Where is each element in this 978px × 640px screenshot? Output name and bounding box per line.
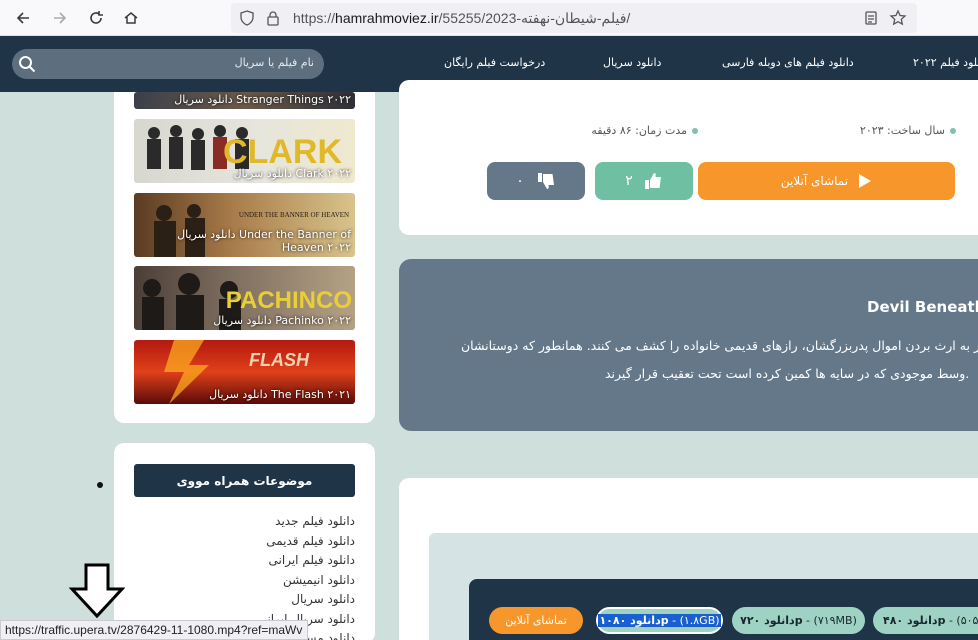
topic-link[interactable]: دانلود انیمیشن xyxy=(134,573,355,593)
banner-title-art: UNDER THE BANNER OF HEAVEN xyxy=(239,211,349,219)
nav-movies-2022[interactable]: دانلود فیلم ۲۰۲۲ xyxy=(913,56,978,69)
thumb-stranger-things[interactable]: دانلود سریال Stranger Things ۲۰۲۲ xyxy=(134,92,355,109)
movie-duration: مدت زمان: ۸۶ دقیقه xyxy=(591,124,698,137)
download-1080p-button[interactable]: دانلود ۱۰۸۰p - (۱.۸GB) xyxy=(596,607,723,634)
search-placeholder: نام فیلم یا سریال xyxy=(234,56,314,69)
topic-link[interactable]: دانلود سریال xyxy=(134,592,355,612)
thumb-caption: دانلود سریال Pachinko ۲۰۲۲ xyxy=(213,314,351,327)
thumb-caption: دانلود سریال The Flash ۲۰۲۱ xyxy=(209,388,351,401)
lock-icon[interactable] xyxy=(265,10,281,29)
download-720p-button[interactable]: دانلود ۷۲۰p - (۷۱۹MB) xyxy=(732,607,865,634)
watch-label: تماشای آنلاین xyxy=(780,174,849,188)
topic-link[interactable]: دانلود فیلم قدیمی xyxy=(134,534,355,554)
list-bullet xyxy=(97,482,103,488)
thumbs-up-icon xyxy=(644,173,661,189)
bullet-dot xyxy=(692,128,698,134)
thumb-flash[interactable]: FLASH دانلود سریال The Flash ۲۰۲۱ xyxy=(134,340,355,404)
play-icon xyxy=(859,174,872,188)
back-icon[interactable] xyxy=(12,7,34,29)
url-path: /55255/2023-فیلم-شیطان-نهفته/ xyxy=(438,10,631,26)
browser-toolbar: https://hamrahmoviez.ir/55255/2023-فیلم-… xyxy=(0,0,978,36)
reload-icon[interactable] xyxy=(85,7,107,29)
movie-info-card: سال ساخت: ۲۰۲۳ مدت زمان: ۸۶ دقیقه xyxy=(399,80,978,235)
thumb-pachinko[interactable]: PACHINCO دانلود سریال Pachinko ۲۰۲۲ xyxy=(134,266,355,330)
thumb-caption: دانلود سریال Stranger Things ۲۰۲۲ xyxy=(174,93,351,106)
nav-series[interactable]: دانلود سریال xyxy=(603,56,661,69)
shield-icon[interactable] xyxy=(239,10,255,29)
thumb-caption: دانلود سریال Clark ۲۰۲۲ xyxy=(233,167,351,180)
topics-title: موضوعات همراه مووی xyxy=(134,464,355,497)
flash-title-art: FLASH xyxy=(249,350,310,370)
dislike-count: ۰ xyxy=(516,173,524,189)
plot-title: Devil Beneath xyxy=(867,298,978,316)
clark-title-art: CLARK xyxy=(223,133,342,171)
plot-box: Devil Beneath ر به ارث بردن اموال پدربزر… xyxy=(399,259,978,431)
file-size: (۷۱۹MB) xyxy=(813,614,857,627)
duration-text: مدت زمان: ۸۶ دقیقه xyxy=(591,124,687,137)
watch-online-button[interactable]: تماشای آنلاین xyxy=(698,162,955,200)
bookmark-star-icon[interactable] xyxy=(889,9,907,30)
pachinko-title-art: PACHINCO xyxy=(226,287,352,314)
home-icon[interactable] xyxy=(120,7,142,29)
quality-label: دانلود ۴۸۰p xyxy=(883,614,946,627)
file-size: (۱.۸GB) xyxy=(679,614,720,627)
like-count: ۲ xyxy=(625,173,633,189)
topic-link[interactable]: دانلود فیلم جدید xyxy=(134,514,355,534)
thumb-clark[interactable]: CLARK دانلود سریال Clark ۲۰۲۲ xyxy=(134,119,355,183)
search-input[interactable]: نام فیلم یا سریال xyxy=(12,49,324,79)
address-bar[interactable]: https://hamrahmoviez.ir/55255/2023-فیلم-… xyxy=(231,3,917,33)
thumbs-down-icon xyxy=(537,173,554,189)
topic-link[interactable]: دانلود فیلم ایرانی xyxy=(134,553,355,573)
plot-line: وسط موجودی که در سایه ها کمین کرده است ت… xyxy=(605,366,970,381)
thumb-under-banner[interactable]: UNDER THE BANNER OF HEAVEN دانلود سریال … xyxy=(134,193,355,257)
url-domain: hamrahmoviez.ir xyxy=(335,10,439,26)
bullet-dot xyxy=(950,128,956,134)
url-text[interactable]: https://hamrahmoviez.ir/55255/2023-فیلم-… xyxy=(293,10,630,27)
reader-view-icon[interactable] xyxy=(863,10,879,29)
watch-online-small-button[interactable]: تماشای آنلاین xyxy=(489,607,583,634)
nav-free-request[interactable]: درخواست فیلم رایگان xyxy=(444,56,545,69)
dislike-button[interactable]: ۰ xyxy=(487,162,585,200)
file-size: (۵۰۵MB) xyxy=(956,614,978,627)
plot-line: ر به ارث بردن اموال پدربزرگشان، رازهای ق… xyxy=(461,338,978,353)
movie-year: سال ساخت: ۲۰۲۳ xyxy=(860,124,956,137)
search-icon[interactable] xyxy=(18,55,36,73)
like-button[interactable]: ۲ xyxy=(595,162,693,200)
download-480p-button[interactable]: دانلود ۴۸۰p - (۵۰۵MB) xyxy=(873,607,978,634)
quality-label: دانلود ۷۲۰p xyxy=(740,614,803,627)
quality-label: دانلود ۱۰۸۰p xyxy=(599,614,669,627)
url-scheme: https:// xyxy=(293,10,336,26)
status-bar-link: https://traffic.upera.tv/2876429-11-1080… xyxy=(0,620,308,640)
thumb-caption: دانلود سریال Under the Banner of Heaven … xyxy=(177,228,351,254)
forward-icon[interactable] xyxy=(49,7,71,29)
year-text: سال ساخت: ۲۰۲۳ xyxy=(859,124,945,137)
nav-dubbed-movies[interactable]: دانلود فیلم های دوبله فارسی xyxy=(722,56,854,69)
arrow-down-icon xyxy=(69,563,125,619)
sidebar-topics-card: موضوعات همراه مووی دانلود فیلم جدید دانل… xyxy=(114,443,375,640)
